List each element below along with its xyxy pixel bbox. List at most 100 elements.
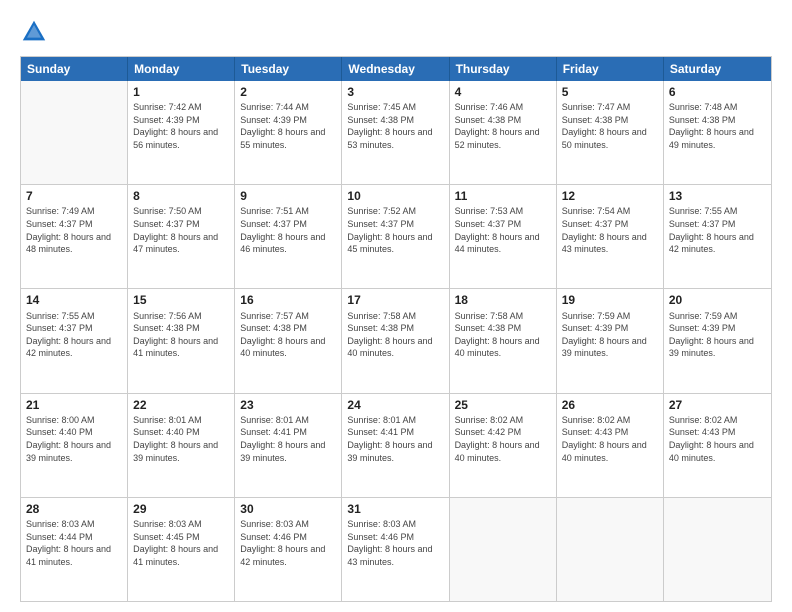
day-number: 13 bbox=[669, 188, 766, 204]
cell-info: Sunrise: 8:01 AMSunset: 4:40 PMDaylight:… bbox=[133, 414, 229, 464]
page: SundayMondayTuesdayWednesdayThursdayFrid… bbox=[0, 0, 792, 612]
cell-info: Sunrise: 7:57 AMSunset: 4:38 PMDaylight:… bbox=[240, 310, 336, 360]
calendar-cell: 2Sunrise: 7:44 AMSunset: 4:39 PMDaylight… bbox=[235, 81, 342, 184]
day-number: 22 bbox=[133, 397, 229, 413]
cell-info: Sunrise: 7:47 AMSunset: 4:38 PMDaylight:… bbox=[562, 101, 658, 151]
day-number: 21 bbox=[26, 397, 122, 413]
calendar-cell: 27Sunrise: 8:02 AMSunset: 4:43 PMDayligh… bbox=[664, 394, 771, 497]
calendar-row-2: 7Sunrise: 7:49 AMSunset: 4:37 PMDaylight… bbox=[21, 184, 771, 288]
calendar-cell: 23Sunrise: 8:01 AMSunset: 4:41 PMDayligh… bbox=[235, 394, 342, 497]
calendar-cell: 4Sunrise: 7:46 AMSunset: 4:38 PMDaylight… bbox=[450, 81, 557, 184]
cell-info: Sunrise: 8:02 AMSunset: 4:43 PMDaylight:… bbox=[669, 414, 766, 464]
calendar-cell: 31Sunrise: 8:03 AMSunset: 4:46 PMDayligh… bbox=[342, 498, 449, 601]
cell-info: Sunrise: 8:03 AMSunset: 4:46 PMDaylight:… bbox=[347, 518, 443, 568]
cell-info: Sunrise: 7:52 AMSunset: 4:37 PMDaylight:… bbox=[347, 205, 443, 255]
cell-info: Sunrise: 7:50 AMSunset: 4:37 PMDaylight:… bbox=[133, 205, 229, 255]
calendar-cell: 6Sunrise: 7:48 AMSunset: 4:38 PMDaylight… bbox=[664, 81, 771, 184]
calendar-cell bbox=[557, 498, 664, 601]
calendar-cell: 11Sunrise: 7:53 AMSunset: 4:37 PMDayligh… bbox=[450, 185, 557, 288]
day-number: 28 bbox=[26, 501, 122, 517]
calendar-row-1: 1Sunrise: 7:42 AMSunset: 4:39 PMDaylight… bbox=[21, 81, 771, 184]
cell-info: Sunrise: 7:48 AMSunset: 4:38 PMDaylight:… bbox=[669, 101, 766, 151]
calendar-cell: 9Sunrise: 7:51 AMSunset: 4:37 PMDaylight… bbox=[235, 185, 342, 288]
day-number: 19 bbox=[562, 292, 658, 308]
calendar-cell: 13Sunrise: 7:55 AMSunset: 4:37 PMDayligh… bbox=[664, 185, 771, 288]
day-number: 27 bbox=[669, 397, 766, 413]
cell-info: Sunrise: 7:51 AMSunset: 4:37 PMDaylight:… bbox=[240, 205, 336, 255]
day-number: 29 bbox=[133, 501, 229, 517]
calendar-cell: 22Sunrise: 8:01 AMSunset: 4:40 PMDayligh… bbox=[128, 394, 235, 497]
day-number: 30 bbox=[240, 501, 336, 517]
cell-info: Sunrise: 7:54 AMSunset: 4:37 PMDaylight:… bbox=[562, 205, 658, 255]
calendar-row-5: 28Sunrise: 8:03 AMSunset: 4:44 PMDayligh… bbox=[21, 497, 771, 601]
day-number: 4 bbox=[455, 84, 551, 100]
calendar-cell: 12Sunrise: 7:54 AMSunset: 4:37 PMDayligh… bbox=[557, 185, 664, 288]
day-number: 24 bbox=[347, 397, 443, 413]
day-number: 14 bbox=[26, 292, 122, 308]
cell-info: Sunrise: 7:44 AMSunset: 4:39 PMDaylight:… bbox=[240, 101, 336, 151]
weekday-header-thursday: Thursday bbox=[450, 57, 557, 81]
day-number: 11 bbox=[455, 188, 551, 204]
cell-info: Sunrise: 7:49 AMSunset: 4:37 PMDaylight:… bbox=[26, 205, 122, 255]
day-number: 1 bbox=[133, 84, 229, 100]
weekday-header-tuesday: Tuesday bbox=[235, 57, 342, 81]
calendar-cell: 7Sunrise: 7:49 AMSunset: 4:37 PMDaylight… bbox=[21, 185, 128, 288]
cell-info: Sunrise: 7:59 AMSunset: 4:39 PMDaylight:… bbox=[669, 310, 766, 360]
calendar-cell: 25Sunrise: 8:02 AMSunset: 4:42 PMDayligh… bbox=[450, 394, 557, 497]
day-number: 3 bbox=[347, 84, 443, 100]
calendar-body: 1Sunrise: 7:42 AMSunset: 4:39 PMDaylight… bbox=[21, 81, 771, 601]
day-number: 15 bbox=[133, 292, 229, 308]
calendar-header: SundayMondayTuesdayWednesdayThursdayFrid… bbox=[21, 57, 771, 81]
calendar-cell: 14 Sunrise: 7:55 AMSunset: 4:37 PMDayligh… bbox=[21, 289, 128, 392]
calendar-cell bbox=[21, 81, 128, 184]
calendar-row-3: 14 Sunrise: 7:55 AMSunset: 4:37 PMDayligh… bbox=[21, 288, 771, 392]
calendar-cell: 30Sunrise: 8:03 AMSunset: 4:46 PMDayligh… bbox=[235, 498, 342, 601]
cell-info: Sunrise: 7:46 AMSunset: 4:38 PMDaylight:… bbox=[455, 101, 551, 151]
day-number: 17 bbox=[347, 292, 443, 308]
cell-info: Sunrise: 8:01 AMSunset: 4:41 PMDaylight:… bbox=[240, 414, 336, 464]
header bbox=[20, 18, 772, 46]
day-number: 18 bbox=[455, 292, 551, 308]
day-number: 2 bbox=[240, 84, 336, 100]
calendar-cell: 5Sunrise: 7:47 AMSunset: 4:38 PMDaylight… bbox=[557, 81, 664, 184]
calendar-cell: 24Sunrise: 8:01 AMSunset: 4:41 PMDayligh… bbox=[342, 394, 449, 497]
cell-info: Sunrise: 8:03 AMSunset: 4:45 PMDaylight:… bbox=[133, 518, 229, 568]
day-number: 23 bbox=[240, 397, 336, 413]
calendar-cell: 10Sunrise: 7:52 AMSunset: 4:37 PMDayligh… bbox=[342, 185, 449, 288]
day-number: 16 bbox=[240, 292, 336, 308]
calendar-cell: 26Sunrise: 8:02 AMSunset: 4:43 PMDayligh… bbox=[557, 394, 664, 497]
day-number: 10 bbox=[347, 188, 443, 204]
calendar-cell bbox=[450, 498, 557, 601]
calendar-cell: 28Sunrise: 8:03 AMSunset: 4:44 PMDayligh… bbox=[21, 498, 128, 601]
day-number: 6 bbox=[669, 84, 766, 100]
day-number: 12 bbox=[562, 188, 658, 204]
calendar-cell: 19Sunrise: 7:59 AMSunset: 4:39 PMDayligh… bbox=[557, 289, 664, 392]
weekday-header-sunday: Sunday bbox=[21, 57, 128, 81]
cell-info: Sunrise: 7:58 AMSunset: 4:38 PMDaylight:… bbox=[347, 310, 443, 360]
logo-icon bbox=[20, 18, 48, 46]
weekday-header-monday: Monday bbox=[128, 57, 235, 81]
calendar-cell: 18 Sunrise: 7:58 AMSunset: 4:38 PMDayligh… bbox=[450, 289, 557, 392]
day-number: 7 bbox=[26, 188, 122, 204]
logo bbox=[20, 18, 52, 46]
calendar-cell: 15 Sunrise: 7:56 AMSunset: 4:38 PMDayligh… bbox=[128, 289, 235, 392]
cell-info: Sunrise: 8:02 AMSunset: 4:43 PMDaylight:… bbox=[562, 414, 658, 464]
cell-info: Sunrise: 8:03 AMSunset: 4:44 PMDaylight:… bbox=[26, 518, 122, 568]
day-number: 31 bbox=[347, 501, 443, 517]
cell-info: Sunrise: 7:53 AMSunset: 4:37 PMDaylight:… bbox=[455, 205, 551, 255]
calendar-cell: 16 Sunrise: 7:57 AMSunset: 4:38 PMDayligh… bbox=[235, 289, 342, 392]
cell-info: Sunrise: 8:01 AMSunset: 4:41 PMDaylight:… bbox=[347, 414, 443, 464]
cell-info: Sunrise: 7:45 AMSunset: 4:38 PMDaylight:… bbox=[347, 101, 443, 151]
day-number: 5 bbox=[562, 84, 658, 100]
cell-info: Sunrise: 8:03 AMSunset: 4:46 PMDaylight:… bbox=[240, 518, 336, 568]
day-number: 25 bbox=[455, 397, 551, 413]
cell-info: Sunrise: 7:58 AMSunset: 4:38 PMDaylight:… bbox=[455, 310, 551, 360]
cell-info: Sunrise: 7:56 AMSunset: 4:38 PMDaylight:… bbox=[133, 310, 229, 360]
calendar-cell: 17 Sunrise: 7:58 AMSunset: 4:38 PMDayligh… bbox=[342, 289, 449, 392]
weekday-header-wednesday: Wednesday bbox=[342, 57, 449, 81]
day-number: 8 bbox=[133, 188, 229, 204]
day-number: 9 bbox=[240, 188, 336, 204]
cell-info: Sunrise: 7:55 AMSunset: 4:37 PMDaylight:… bbox=[669, 205, 766, 255]
calendar-cell: 21Sunrise: 8:00 AMSunset: 4:40 PMDayligh… bbox=[21, 394, 128, 497]
cell-info: Sunrise: 7:55 AMSunset: 4:37 PMDaylight:… bbox=[26, 310, 122, 360]
